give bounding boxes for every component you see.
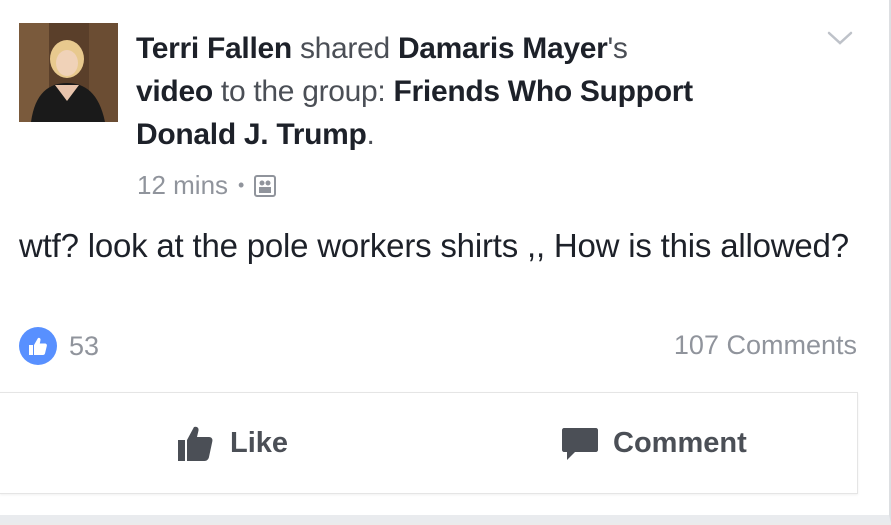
action-bar: Like Comment: [0, 392, 858, 494]
post-meta: 12 mins •: [137, 170, 277, 201]
comments-count[interactable]: 107 Comments: [674, 330, 857, 361]
comment-button[interactable]: Comment: [561, 393, 747, 493]
to-group-text: to the group:: [220, 75, 386, 108]
timestamp[interactable]: 12 mins: [137, 170, 228, 201]
meta-separator: •: [238, 175, 245, 195]
comment-label: Comment: [613, 426, 747, 459]
reactions-summary[interactable]: 53: [19, 327, 99, 365]
avatar-photo: [19, 23, 118, 122]
reaction-count: 53: [69, 330, 100, 361]
post-header: Terri Fallen shared Damaris Mayer's vide…: [136, 27, 756, 156]
shared-object-link[interactable]: video: [136, 75, 213, 108]
comment-icon: [562, 428, 598, 460]
original-author-name[interactable]: Damaris Mayer: [398, 32, 608, 65]
chevron-down-icon[interactable]: [826, 28, 854, 48]
shared-verb: shared: [299, 32, 390, 65]
thumbs-up-icon: [19, 327, 57, 365]
group-icon: [254, 174, 277, 197]
group-name-link[interactable]: Friends Who Support Donald J. Trump: [136, 75, 693, 151]
author-name[interactable]: Terri Fallen: [136, 32, 292, 65]
header-period: .: [366, 118, 375, 151]
possessive-suffix: 's: [607, 32, 628, 65]
like-button[interactable]: Like: [176, 393, 288, 493]
like-label: Like: [230, 426, 289, 459]
post-body-text: wtf? look at the pole workers shirts ,, …: [19, 227, 849, 264]
like-icon: [178, 426, 213, 461]
avatar[interactable]: [19, 23, 118, 122]
post-card: Terri Fallen shared Damaris Mayer's vide…: [0, 0, 891, 523]
